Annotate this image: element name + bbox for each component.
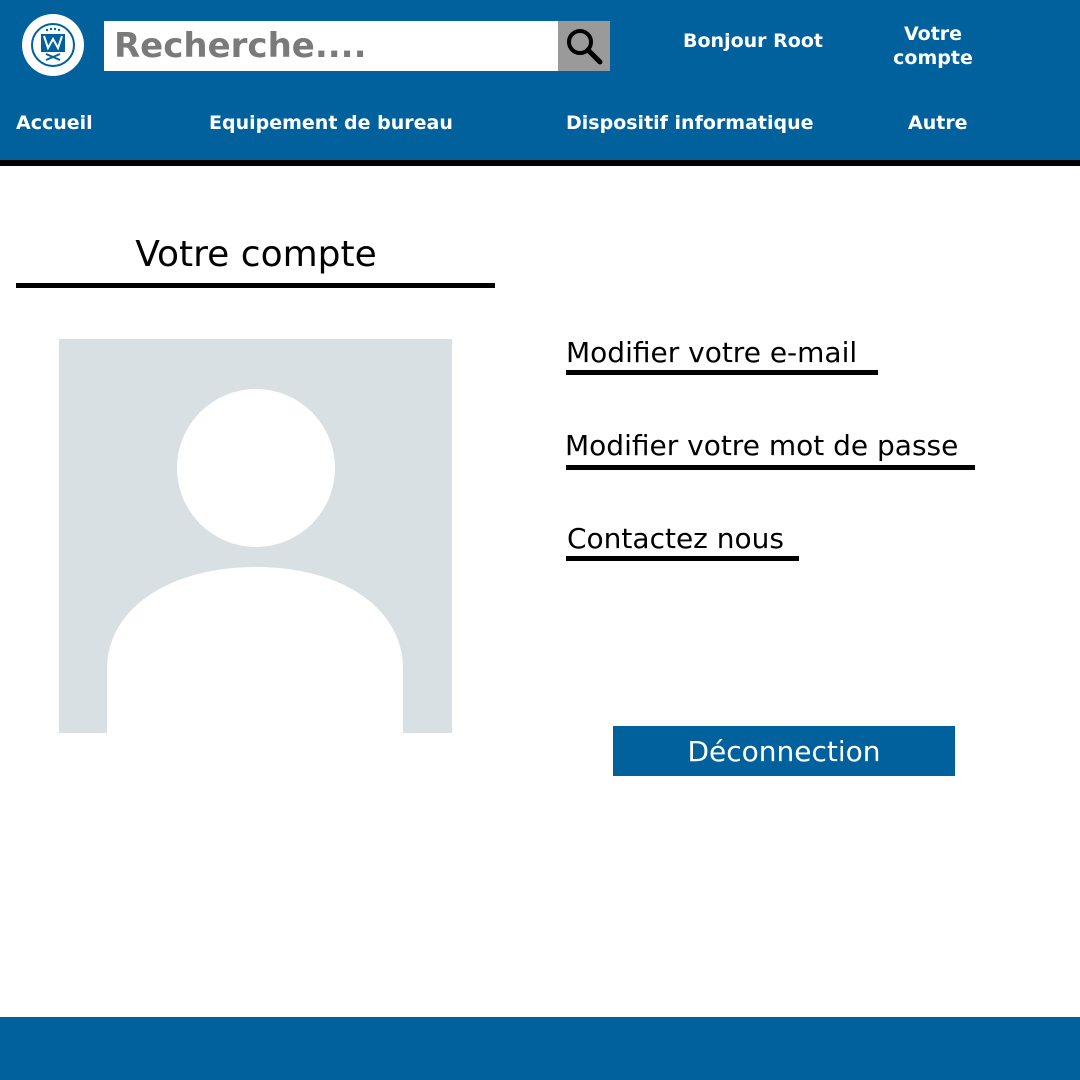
account-link[interactable]: Votre compte: [878, 22, 988, 70]
search-button[interactable]: [558, 21, 610, 71]
nav-item-equipement-de-bureau[interactable]: Equipement de bureau: [209, 112, 453, 134]
emblem-logo-icon: [31, 23, 75, 67]
header-divider: [0, 160, 1080, 166]
site-logo-icon[interactable]: [22, 14, 84, 76]
site-header: Bonjour Root Votre compte Accueil Equipe…: [0, 0, 1080, 160]
user-placeholder-icon: [107, 389, 403, 733]
nav-item-accueil[interactable]: Accueil: [16, 112, 93, 134]
title-divider: [16, 283, 495, 288]
change-email-link[interactable]: Modifier votre e-mail: [566, 336, 857, 369]
change-email-underline: [566, 370, 878, 375]
nav-item-autre[interactable]: Autre: [908, 112, 968, 134]
logout-button[interactable]: Déconnection: [613, 726, 955, 776]
change-password-link[interactable]: Modifier votre mot de passe: [565, 429, 958, 462]
nav-item-dispositif-informatique[interactable]: Dispositif informatique: [566, 112, 814, 134]
site-footer: [0, 1017, 1080, 1080]
change-password-underline: [566, 465, 975, 470]
search-input[interactable]: [104, 21, 558, 71]
page-title: Votre compte: [135, 234, 377, 275]
user-greeting: Bonjour Root: [683, 30, 823, 52]
contact-us-underline: [566, 556, 799, 561]
contact-us-link[interactable]: Contactez nous: [567, 522, 784, 555]
avatar: [59, 339, 452, 733]
search-icon: [567, 29, 603, 65]
